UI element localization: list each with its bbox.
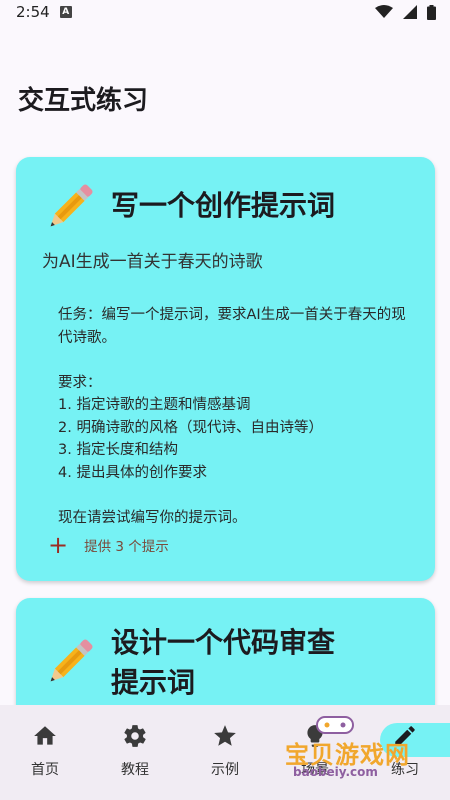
nav-label: 示例 xyxy=(211,762,239,778)
plus-icon: + xyxy=(48,531,69,559)
pencil-icon xyxy=(50,184,93,227)
card-header xyxy=(42,636,96,690)
battery-icon xyxy=(427,4,436,20)
nav-item-tutorial[interactable]: 教程 xyxy=(90,723,180,779)
watermark-url: baobeiy.com xyxy=(293,765,378,779)
home-icon xyxy=(34,726,56,745)
nav-item-home[interactable]: 首页 xyxy=(0,723,90,779)
status-bar: 2:54 A xyxy=(0,0,450,24)
card-title: 写一个创作提示词 xyxy=(111,189,336,222)
card-header xyxy=(42,181,96,235)
hint-button[interactable]: + 提供 3 个提示 xyxy=(48,531,169,559)
card-subtitle: 为AI生成一首关于春天的诗歌 xyxy=(42,252,263,272)
status-right xyxy=(375,4,436,20)
exercise-card-poem[interactable]: 写一个创作提示词 为AI生成一首关于春天的诗歌 任务：编写一个提示词，要求AI生… xyxy=(16,157,435,581)
signal-icon xyxy=(403,5,417,19)
gear-icon xyxy=(124,725,146,747)
status-time: 2:54 xyxy=(16,3,50,21)
watermark-logo: 宝贝游戏网 baobeiy.com xyxy=(285,713,435,788)
nav-item-examples[interactable]: 示例 xyxy=(180,723,270,779)
nav-label: 首页 xyxy=(31,762,59,778)
status-left: 2:54 A xyxy=(16,3,72,21)
notification-icon: A xyxy=(59,6,72,18)
hint-label: 提供 3 个提示 xyxy=(84,539,169,555)
wifi-icon xyxy=(375,5,393,18)
gamepad-icon xyxy=(316,716,354,734)
card-title: 设计一个代码审查提示词 xyxy=(111,626,336,699)
task-description: 任务：编写一个提示词，要求AI生成一首关于春天的现代诗歌。 要求： 1. 指定诗… xyxy=(58,307,406,526)
nav-label: 教程 xyxy=(121,762,149,778)
pencil-icon xyxy=(50,639,93,682)
star-icon xyxy=(214,725,236,746)
page-title: 交互式练习 xyxy=(18,86,149,116)
